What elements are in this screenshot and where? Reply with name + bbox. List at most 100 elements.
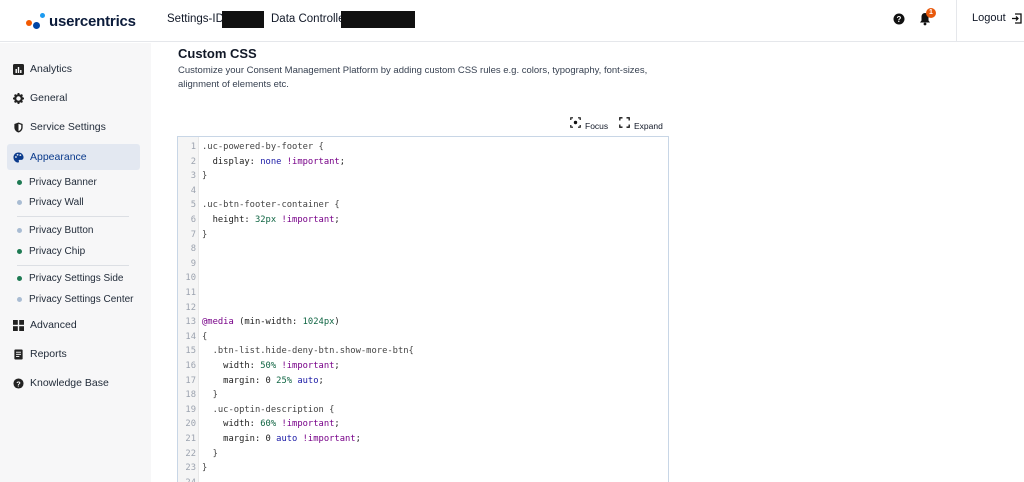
code-line[interactable]: 17 margin: 0 25% auto; bbox=[178, 374, 668, 389]
code-line[interactable]: 20 width: 60% !important; bbox=[178, 417, 668, 432]
settings-id-label: Settings-ID: bbox=[167, 13, 228, 25]
code-line[interactable]: 13 @media (min-width: 1024px) bbox=[178, 315, 668, 330]
code-line[interactable]: 6 height: 32px !important; bbox=[178, 213, 668, 228]
gear-icon bbox=[13, 92, 24, 104]
sidebar-subitem-privacy-wall[interactable]: Privacy Wall bbox=[17, 197, 84, 208]
bar-chart-icon bbox=[13, 63, 24, 75]
sidebar-subitem-privacy-button[interactable]: Privacy Button bbox=[17, 225, 93, 236]
line-number: 9 bbox=[190, 258, 196, 269]
sidebar-item-reports[interactable]: Reports bbox=[7, 341, 140, 367]
code-line[interactable]: 5 .uc-btn-footer-container { bbox=[178, 198, 668, 213]
line-number: 24 bbox=[178, 476, 196, 482]
sidebar-item-label: Appearance bbox=[30, 151, 87, 163]
sidebar-subitem-privacy-settings-side[interactable]: Privacy Settings Side bbox=[17, 273, 124, 284]
line-number: 13 bbox=[185, 317, 196, 328]
sidebar-item-advanced[interactable]: Advanced bbox=[7, 312, 140, 338]
code-line[interactable]: 16 width: 50% !important; bbox=[178, 359, 668, 374]
document-icon bbox=[14, 348, 23, 360]
page-title: Custom CSS bbox=[178, 46, 257, 61]
sidebar-item-analytics[interactable]: Analytics bbox=[7, 56, 140, 82]
help-circle-icon: ? bbox=[13, 377, 24, 389]
code-line[interactable]: 23} bbox=[178, 461, 668, 476]
code-text: width: 60% !important; bbox=[202, 419, 340, 430]
sidebar-item-appearance[interactable]: Appearance bbox=[7, 144, 140, 170]
sidebar-item-label: Service Settings bbox=[30, 121, 106, 133]
sidebar-item-label: General bbox=[30, 92, 68, 104]
code-line[interactable]: 24 bbox=[178, 476, 668, 482]
expand-button[interactable]: Expand bbox=[619, 113, 663, 131]
sidebar-item-service-settings[interactable]: Service Settings bbox=[7, 114, 140, 140]
sidebar-subitem-label: Privacy Banner bbox=[29, 177, 97, 188]
line-number: 18 bbox=[185, 390, 196, 401]
line-number: 11 bbox=[185, 288, 196, 298]
code-line[interactable]: 1 .uc-powered-by-footer { bbox=[178, 140, 668, 155]
line-number: 5 bbox=[190, 200, 196, 211]
code-text: .btn-list.hide-deny-btn.show-more-btn{ bbox=[202, 346, 414, 357]
sidebar-subitem-privacy-settings-center[interactable]: Privacy Settings Center bbox=[17, 294, 134, 305]
sidebar-item-label: Knowledge Base bbox=[30, 377, 109, 389]
code-text: { bbox=[202, 331, 208, 342]
line-number: 16 bbox=[185, 361, 196, 371]
status-dot bbox=[17, 228, 22, 233]
logo-mark bbox=[25, 11, 47, 31]
sidebar-subitem-label: Privacy Button bbox=[29, 225, 94, 236]
line-number: 1 bbox=[190, 142, 196, 152]
code-line[interactable]: 4 bbox=[178, 184, 668, 199]
sidebar-subitem-label: Privacy Settings Side bbox=[29, 273, 124, 284]
code-line[interactable]: 14 { bbox=[178, 330, 668, 345]
focus-button[interactable]: Focus bbox=[570, 113, 608, 131]
shield-icon bbox=[14, 121, 23, 133]
code-text: } bbox=[202, 171, 208, 182]
code-text: } bbox=[202, 463, 208, 474]
sidebar-subitem-privacy-chip[interactable]: Privacy Chip bbox=[17, 246, 85, 257]
sidebar-subitem-privacy-banner[interactable]: Privacy Banner bbox=[17, 177, 97, 188]
divider bbox=[17, 216, 129, 217]
sidebar-item-label: Reports bbox=[30, 348, 67, 360]
code-line[interactable]: 10 bbox=[178, 271, 668, 286]
sidebar-item-knowledge-base[interactable]: ? Knowledge Base bbox=[7, 370, 140, 396]
code-line[interactable]: 8 bbox=[178, 242, 668, 257]
code-line[interactable]: 7} bbox=[178, 228, 668, 243]
code-line[interactable]: 12 bbox=[178, 301, 668, 316]
divider bbox=[17, 265, 129, 266]
code-text: width: 50% !important; bbox=[202, 361, 340, 371]
code-line[interactable]: 3} bbox=[178, 169, 668, 184]
code-line[interactable]: 22 } bbox=[178, 447, 668, 462]
sidebar-subitem-label: Privacy Settings Center bbox=[29, 294, 134, 305]
code-line[interactable]: 2 display: none !important; bbox=[178, 155, 668, 170]
focus-label: Focus bbox=[585, 121, 609, 131]
focus-icon bbox=[570, 116, 581, 128]
line-number: 7 bbox=[190, 229, 196, 240]
header-divider bbox=[956, 0, 957, 42]
line-number: 3 bbox=[190, 171, 196, 182]
sidebar: Analytics General Service Settings Appea… bbox=[0, 43, 151, 482]
settings-id-redacted bbox=[222, 11, 264, 28]
sidebar-subitem-label: Privacy Wall bbox=[29, 197, 84, 208]
line-number: 15 bbox=[185, 346, 196, 357]
code-text: @media (min-width: 1024px) bbox=[202, 317, 340, 328]
status-dot bbox=[17, 276, 22, 281]
code-line[interactable]: 9 bbox=[178, 257, 668, 272]
sidebar-subitem-label: Privacy Chip bbox=[29, 246, 86, 257]
code-line[interactable]: 21 margin: 0 auto !important; bbox=[178, 432, 668, 447]
line-number: 20 bbox=[185, 419, 196, 430]
line-number: 4 bbox=[190, 185, 196, 196]
line-number: 14 bbox=[185, 331, 196, 342]
expand-icon bbox=[619, 116, 630, 128]
usercentrics-logo[interactable]: usercentrics bbox=[25, 10, 136, 32]
logout-button[interactable]: Logout bbox=[972, 12, 1022, 24]
line-number: 12 bbox=[185, 302, 196, 313]
code-line[interactable]: 15 .btn-list.hide-deny-btn.show-more-btn… bbox=[178, 344, 668, 359]
line-number: 10 bbox=[185, 273, 196, 284]
status-dot bbox=[17, 200, 22, 205]
code-text: display: none !important; bbox=[202, 156, 346, 167]
sidebar-item-label: Advanced bbox=[30, 319, 77, 331]
code-line[interactable]: 19 .uc-optin-description { bbox=[178, 403, 668, 418]
sidebar-item-general[interactable]: General bbox=[7, 85, 140, 111]
code-text: .uc-btn-footer-container { bbox=[202, 200, 340, 211]
code-line[interactable]: 18 } bbox=[178, 388, 668, 403]
code-text: .uc-powered-by-footer { bbox=[202, 142, 324, 152]
css-code-editor[interactable]: 1 .uc-powered-by-footer { 2 display: none … bbox=[177, 136, 669, 482]
code-line[interactable]: 11 bbox=[178, 286, 668, 301]
help-icon[interactable]: ? bbox=[893, 13, 905, 25]
